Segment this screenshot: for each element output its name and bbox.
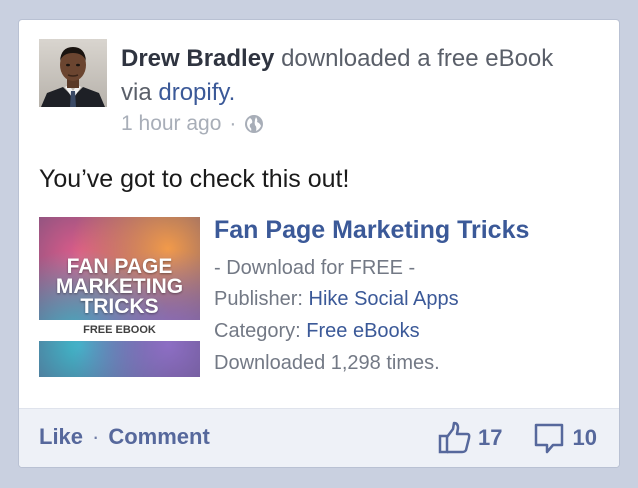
timestamp[interactable]: 1 hour ago (121, 112, 221, 136)
like-button[interactable]: Like (39, 424, 83, 449)
thumbs-up-icon[interactable] (438, 421, 472, 455)
category-label: Category: (214, 320, 301, 342)
actions-separator: · (92, 424, 100, 449)
ebook-thumbnail[interactable]: FAN PAGE MARKETING TRICKS FREE EBOOK (39, 217, 200, 377)
category-link[interactable]: Free eBooks (306, 320, 419, 342)
globe-icon[interactable] (244, 114, 264, 134)
downloads-count: Downloaded 1,298 times. (214, 352, 440, 374)
thumbnail-badge: FREE EBOOK (39, 320, 200, 341)
comment-button[interactable]: Comment (108, 424, 209, 449)
story-header: Drew Bradley downloaded a free eBook via… (121, 42, 601, 110)
ebook-title-link[interactable]: Fan Page Marketing Tricks (214, 216, 529, 245)
avatar-photo (39, 39, 107, 107)
via-app-link[interactable]: dropify (158, 79, 228, 106)
status-text: You’ve got to check this out! (39, 165, 350, 193)
avatar[interactable] (39, 39, 107, 107)
story-counts: 17 10 (438, 421, 597, 455)
author-name[interactable]: Drew Bradley (121, 45, 274, 72)
publisher-row: Publisher: Hike Social Apps (214, 288, 459, 311)
via-prefix: via (121, 79, 152, 106)
comment-count[interactable]: 10 (573, 425, 597, 451)
speech-bubble-icon[interactable] (533, 421, 567, 455)
via-suffix: . (228, 79, 236, 106)
story-footer: Like · Comment 17 10 (19, 408, 619, 467)
story-action-text: downloaded a free eBook (281, 45, 554, 72)
story-meta: 1 hour ago · (121, 112, 264, 136)
story-actions: Like · Comment (39, 424, 210, 450)
ebook-subtitle: - Download for FREE - (214, 257, 416, 279)
feed-story-card: Drew Bradley downloaded a free eBook via… (18, 19, 620, 468)
like-count[interactable]: 17 (478, 425, 502, 451)
thumbnail-title: FAN PAGE MARKETING TRICKS (55, 255, 184, 318)
publisher-link[interactable]: Hike Social Apps (309, 288, 459, 310)
category-row: Category: Free eBooks (214, 320, 420, 343)
publisher-label: Publisher: (214, 288, 303, 310)
meta-separator: · (229, 112, 237, 135)
